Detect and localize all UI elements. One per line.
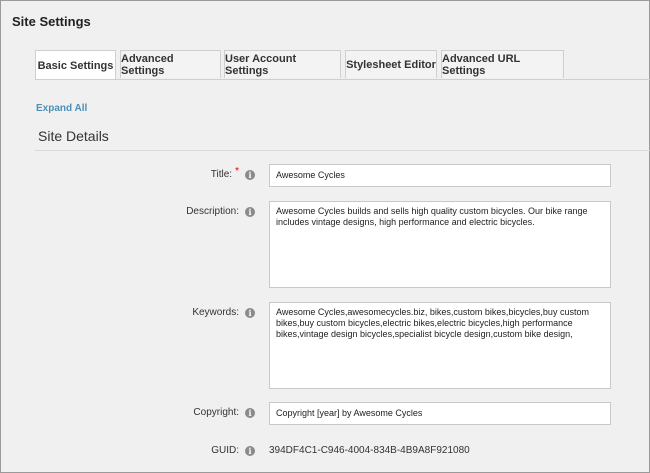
required-marker: *	[235, 166, 239, 177]
guid-label: GUID:	[211, 445, 239, 456]
keywords-textarea[interactable]: Awesome Cycles,awesomecycles.biz, bikes,…	[269, 302, 611, 389]
section-title[interactable]: Site Details	[38, 128, 109, 144]
description-label: Description:	[186, 206, 239, 217]
info-icon[interactable]: i	[245, 446, 255, 456]
expand-all-link[interactable]: Expand All	[36, 103, 87, 114]
tab-advanced-url-settings[interactable]: Advanced URL Settings	[441, 50, 564, 78]
keywords-label: Keywords:	[192, 307, 239, 318]
tab-advanced-settings[interactable]: Advanced Settings	[120, 50, 221, 78]
tab-divider	[35, 79, 650, 80]
section-divider	[35, 150, 650, 151]
info-icon[interactable]: i	[245, 408, 255, 418]
site-settings-window: Site Settings Basic Settings Advanced Se…	[0, 0, 650, 473]
copyright-label: Copyright:	[193, 407, 239, 418]
tab-stylesheet-editor[interactable]: Stylesheet Editor	[345, 50, 437, 78]
info-icon[interactable]: i	[245, 308, 255, 318]
page-title: Site Settings	[12, 14, 91, 29]
info-icon[interactable]: i	[245, 170, 255, 180]
tab-user-account-settings[interactable]: User Account Settings	[224, 50, 341, 78]
title-input[interactable]: Awesome Cycles	[269, 164, 611, 187]
guid-value: 394DF4C1-C946-4004-834B-4B9A8F921080	[269, 445, 470, 456]
title-label: Title: *	[210, 166, 239, 180]
description-textarea[interactable]: Awesome Cycles builds and sells high qua…	[269, 201, 611, 288]
info-icon[interactable]: i	[245, 207, 255, 217]
title-label-text: Title:	[210, 169, 233, 180]
copyright-input[interactable]: Copyright [year] by Awesome Cycles	[269, 402, 611, 425]
tab-basic-settings[interactable]: Basic Settings	[35, 50, 116, 80]
